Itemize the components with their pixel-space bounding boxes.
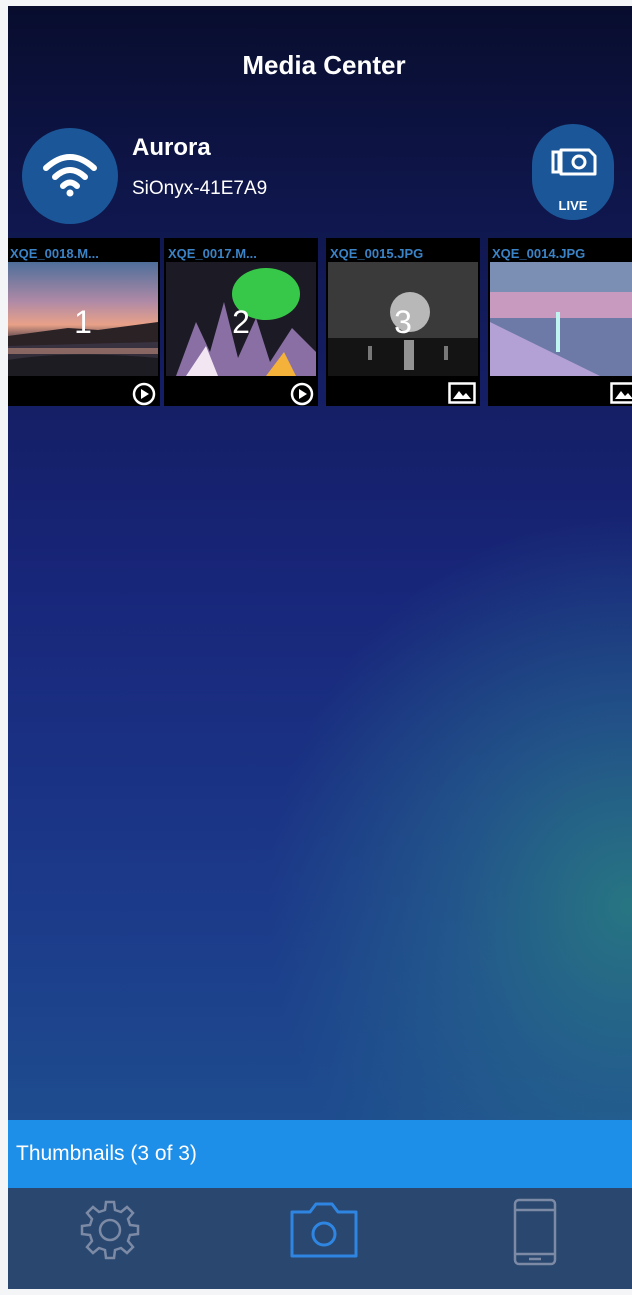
thumbnail-number: 2 bbox=[232, 304, 250, 340]
thumbnail-item[interactable]: XQE_0014.JPG bbox=[488, 238, 632, 406]
phone-icon bbox=[513, 1198, 557, 1266]
thumbnail-number: 3 bbox=[394, 304, 412, 340]
thumbnail-image bbox=[490, 262, 632, 376]
thumbnail-filename: XQE_0018.M... bbox=[10, 246, 99, 261]
tab-device[interactable] bbox=[512, 1198, 558, 1273]
tab-settings[interactable] bbox=[78, 1198, 142, 1267]
device-name: Aurora bbox=[132, 134, 211, 161]
image-icon bbox=[610, 382, 632, 404]
thumbnail-number: 1 bbox=[74, 304, 92, 340]
camera-icon bbox=[290, 1202, 358, 1258]
play-icon bbox=[132, 382, 156, 406]
live-label: LIVE bbox=[558, 198, 588, 213]
live-view-button[interactable]: LIVE bbox=[532, 124, 614, 220]
live-camera-icon bbox=[551, 148, 597, 176]
thumbnail-item[interactable]: XQE_0018.M... 1 bbox=[8, 238, 160, 406]
thumbnail-filename: XQE_0017.M... bbox=[168, 246, 257, 261]
wifi-button[interactable] bbox=[22, 128, 118, 224]
thumbnail-count-label: Thumbnails (3 of 3) bbox=[16, 1142, 197, 1165]
thumbnail-item[interactable]: XQE_0015.JPG 3 bbox=[326, 238, 480, 406]
page-title: Media Center bbox=[242, 50, 406, 80]
thumbnail-filename: XQE_0014.JPG bbox=[492, 246, 586, 261]
device-ssid: SiOnyx-41E7A9 bbox=[132, 178, 268, 199]
play-icon bbox=[290, 382, 314, 406]
thumbnail-strip: XQE_0018.M... 1 XQE_0017.M... 2 XQE_0015… bbox=[8, 238, 632, 408]
thumbnail-count-bar: Thumbnails (3 of 3) bbox=[8, 1120, 632, 1188]
thumbnail-filename: XQE_0015.JPG bbox=[330, 246, 424, 261]
tab-bar bbox=[8, 1188, 632, 1289]
image-icon bbox=[448, 382, 476, 404]
thumbnail-item[interactable]: XQE_0017.M... 2 bbox=[164, 238, 318, 406]
tab-camera[interactable] bbox=[288, 1198, 360, 1265]
gear-icon bbox=[80, 1200, 140, 1260]
wifi-icon bbox=[43, 154, 97, 197]
media-center-screen: Media Center Aurora SiOnyx-41E7A9 LIVE X… bbox=[8, 6, 632, 1289]
